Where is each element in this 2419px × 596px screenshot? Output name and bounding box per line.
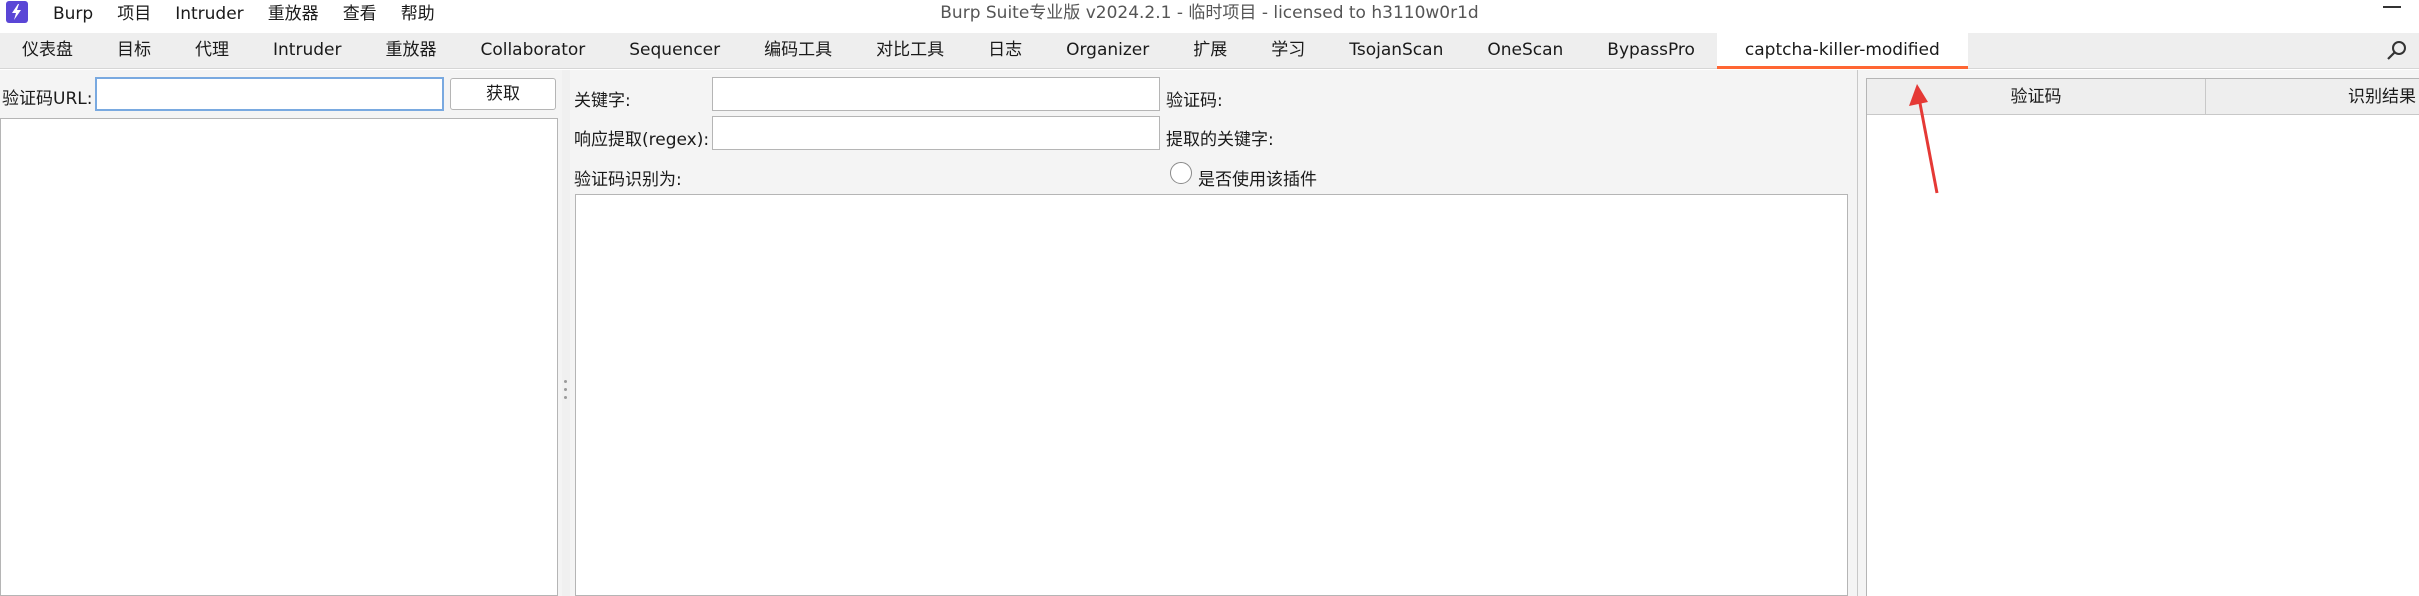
tab-learn[interactable]: 学习	[1249, 33, 1327, 69]
search-icon[interactable]	[2385, 39, 2409, 63]
tab-logger[interactable]: 日志	[966, 33, 1044, 69]
fetch-button[interactable]: 获取	[450, 78, 556, 110]
tab-intruder[interactable]: Intruder	[251, 33, 363, 69]
menu-repeater[interactable]: 重放器	[255, 0, 330, 28]
tab-collaborator[interactable]: Collaborator	[458, 33, 607, 69]
tab-tsojanscan[interactable]: TsojanScan	[1327, 33, 1465, 69]
regex-input[interactable]	[712, 116, 1160, 150]
tab-decoder[interactable]: 编码工具	[742, 33, 854, 69]
recognition-settings-panel: 关键字: 验证码: 响应提取(regex): 提取的关键字: 验证码识别为: 是…	[570, 70, 1857, 596]
extracted-keyword-label: 提取的关键字:	[1166, 130, 1274, 150]
tab-sequencer[interactable]: Sequencer	[607, 33, 742, 69]
tab-target[interactable]: 目标	[95, 33, 173, 69]
captcha-label: 验证码:	[1166, 91, 1223, 111]
regex-label: 响应提取(regex):	[574, 130, 710, 150]
tab-captcha-killer-modified[interactable]: captcha-killer-modified	[1716, 33, 1968, 69]
menu-project[interactable]: 项目	[104, 0, 162, 28]
tab-organizer[interactable]: Organizer	[1044, 33, 1171, 69]
panel-splitter[interactable]	[562, 70, 570, 596]
tab-repeater[interactable]: 重放器	[363, 33, 458, 69]
menu-view[interactable]: 查看	[330, 0, 388, 28]
captcha-url-panel: 验证码URL: 获取	[0, 70, 562, 596]
title-bar: Burp 项目 Intruder 重放器 查看 帮助 Burp Suite专业版…	[0, 0, 2419, 28]
tab-proxy[interactable]: 代理	[173, 33, 251, 69]
recognition-result-area[interactable]	[575, 194, 1848, 596]
use-plugin-radio[interactable]	[1170, 162, 1192, 184]
recognized-as-label: 验证码识别为:	[574, 170, 682, 190]
red-arrow-annotation-icon	[1909, 84, 1939, 194]
tab-onescan[interactable]: OneScan	[1465, 33, 1585, 69]
menu-intruder[interactable]: Intruder	[162, 0, 254, 28]
keyword-input[interactable]	[712, 77, 1160, 111]
tab-extensions[interactable]: 扩展	[1171, 33, 1249, 69]
column-header-result[interactable]: 识别结果	[2207, 79, 2419, 115]
keyword-label: 关键字:	[574, 91, 631, 111]
menu-help[interactable]: 帮助	[388, 0, 446, 28]
burp-logo-icon[interactable]	[6, 1, 28, 23]
captcha-url-input[interactable]	[95, 77, 444, 111]
tab-comparer[interactable]: 对比工具	[854, 33, 966, 69]
tab-dashboard[interactable]: 仪表盘	[0, 33, 95, 69]
request-text-area[interactable]	[0, 118, 558, 596]
menu-bar: Burp 项目 Intruder 重放器 查看 帮助	[40, 0, 446, 28]
tool-tab-bar: 仪表盘 目标 代理 Intruder 重放器 Collaborator Sequ…	[0, 33, 2419, 69]
minimize-icon[interactable]	[2383, 6, 2401, 8]
use-plugin-label[interactable]: 是否使用该插件	[1198, 165, 1317, 190]
splitter-grip-icon[interactable]	[564, 380, 568, 404]
menu-burp[interactable]: Burp	[40, 0, 104, 28]
tab-bypasspro[interactable]: BypassPro	[1585, 33, 1717, 69]
captcha-url-label: 验证码URL:	[2, 89, 93, 109]
